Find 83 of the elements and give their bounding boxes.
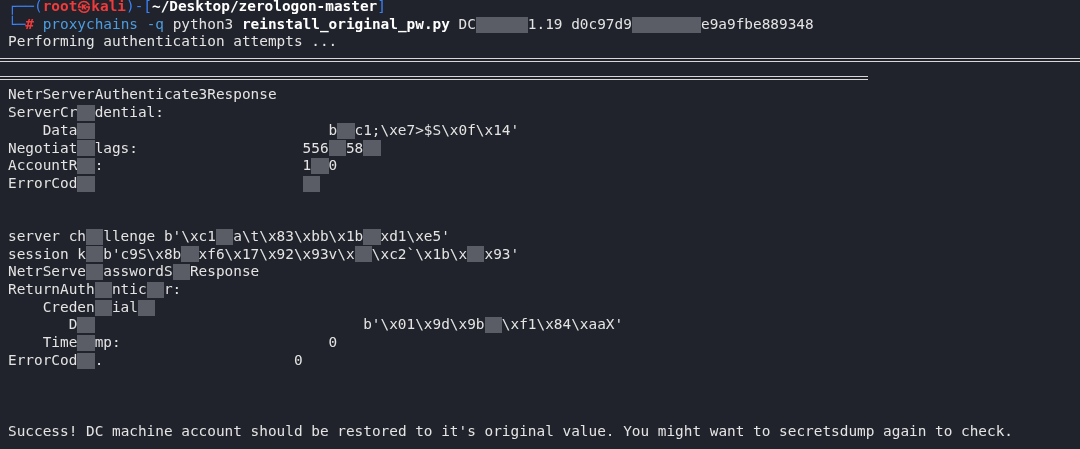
- redaction-block: [311, 158, 329, 175]
- redaction-block: [683, 16, 702, 33]
- redaction-block: [86, 246, 104, 263]
- redaction-block: [363, 140, 381, 157]
- terminal-text: xd1\xe5': [380, 227, 450, 246]
- terminal-text: b'c9S\x8b: [103, 245, 182, 264]
- prompt-user: root㉿kali: [42, 0, 126, 16]
- script-name: reinstall_original_pw.py: [241, 15, 450, 34]
- terminal-text: python3: [171, 15, 235, 34]
- redaction-block: [77, 104, 95, 121]
- redaction-block: [467, 246, 485, 263]
- terminal-text: Response: [189, 263, 260, 281]
- redaction-block: [181, 246, 199, 263]
- terminal-text: ErrorCod: [8, 351, 78, 370]
- terminal-text: \xc2`\x1b\x: [371, 245, 468, 264]
- redaction-block: [215, 228, 234, 245]
- redaction-block: [354, 246, 372, 263]
- terminal-text: . 0: [94, 351, 303, 370]
- prompt-frame: ┌──(: [8, 0, 43, 16]
- redaction-block: [363, 228, 381, 245]
- redaction-block: [86, 264, 104, 281]
- terminal-text: Data: [41, 121, 78, 140]
- prompt-frame: )-[: [125, 0, 152, 16]
- redaction-block: [94, 299, 112, 316]
- redaction-block: [172, 264, 190, 281]
- terminal-text: llenge b'\xc1: [103, 227, 216, 246]
- terminal-text: D: [67, 316, 78, 335]
- redaction-block: [137, 299, 156, 316]
- redaction-block: [77, 317, 95, 334]
- terminal-text: ial: [111, 298, 138, 317]
- redaction-block: [475, 16, 494, 33]
- terminal-text: b'\x01\x9d\x9b: [362, 316, 485, 335]
- command-text: proxychains -q: [41, 15, 164, 34]
- redaction-block: [631, 16, 650, 33]
- terminal-text: 58: [345, 139, 364, 158]
- terminal-text: NetrServe: [8, 263, 86, 281]
- redaction-block: [302, 175, 320, 192]
- terminal-text: DC: [457, 15, 476, 34]
- terminal-text: Performing authentication attempts ...: [8, 33, 338, 52]
- terminal-text: NetrServerAuthenticate3Response: [8, 86, 277, 105]
- terminal-text: session k: [8, 245, 86, 264]
- terminal-text: c1;\xe7>$S\x0f\x14': [354, 121, 520, 140]
- redaction-block: [77, 334, 95, 351]
- terminal-text: e9a9fbe889348: [701, 15, 814, 34]
- terminal-text: ReturnAuth: [8, 281, 95, 299]
- redaction-block: [86, 228, 104, 245]
- prompt-path: ~/Desktop/zerologon-master: [151, 0, 378, 16]
- terminal-text: b: [327, 121, 338, 140]
- redaction-block: [328, 140, 346, 157]
- terminal-text: lags: 556: [94, 139, 329, 158]
- terminal-text: asswordS: [103, 263, 173, 281]
- terminal-text: Success! DC machine account should be restored to it's original value. You might want to secretsdump again to check.: [8, 422, 1013, 441]
- terminal-text: \xf1\x84\xaaX': [501, 316, 624, 335]
- terminal-text: AccountR: [8, 157, 78, 175]
- terminal-text: 1.19 d0c97d9: [527, 15, 632, 34]
- redaction-block: [337, 122, 355, 139]
- terminal-text: Negotiat: [8, 139, 78, 158]
- terminal-text: x93': [484, 245, 520, 264]
- terminal-text: xf6\x17\x92\x93v\x: [198, 245, 355, 264]
- redaction-block: [484, 317, 502, 334]
- redaction-block: [77, 352, 95, 369]
- terminal-text: Time: [41, 334, 78, 352]
- redaction-block: [146, 281, 164, 298]
- terminal-text: : 1: [94, 157, 312, 175]
- redaction-block: [77, 175, 95, 192]
- redaction-block: [510, 16, 528, 33]
- terminal-text: dential:: [94, 104, 164, 122]
- terminal-text: 0: [328, 157, 338, 175]
- terminal-text: r:: [163, 281, 182, 299]
- terminal-text: a\t\x83\xbb\x1b: [233, 227, 364, 246]
- terminal-text: ServerCr: [8, 104, 78, 122]
- terminal-text: ErrorCod: [8, 174, 78, 193]
- terminal-text: mp: 0: [94, 334, 338, 352]
- prompt-symbol: #: [25, 15, 34, 34]
- prompt-frame: └─: [8, 15, 26, 34]
- redaction-block: [77, 122, 95, 139]
- redaction-block: [94, 281, 112, 298]
- terminal-text: Creden: [41, 298, 95, 317]
- redaction-block: [77, 158, 95, 175]
- terminal-text: server ch: [8, 227, 86, 246]
- redaction-block: [77, 140, 95, 157]
- prompt-frame: ]: [377, 0, 386, 16]
- terminal-text: ntic: [111, 281, 147, 299]
